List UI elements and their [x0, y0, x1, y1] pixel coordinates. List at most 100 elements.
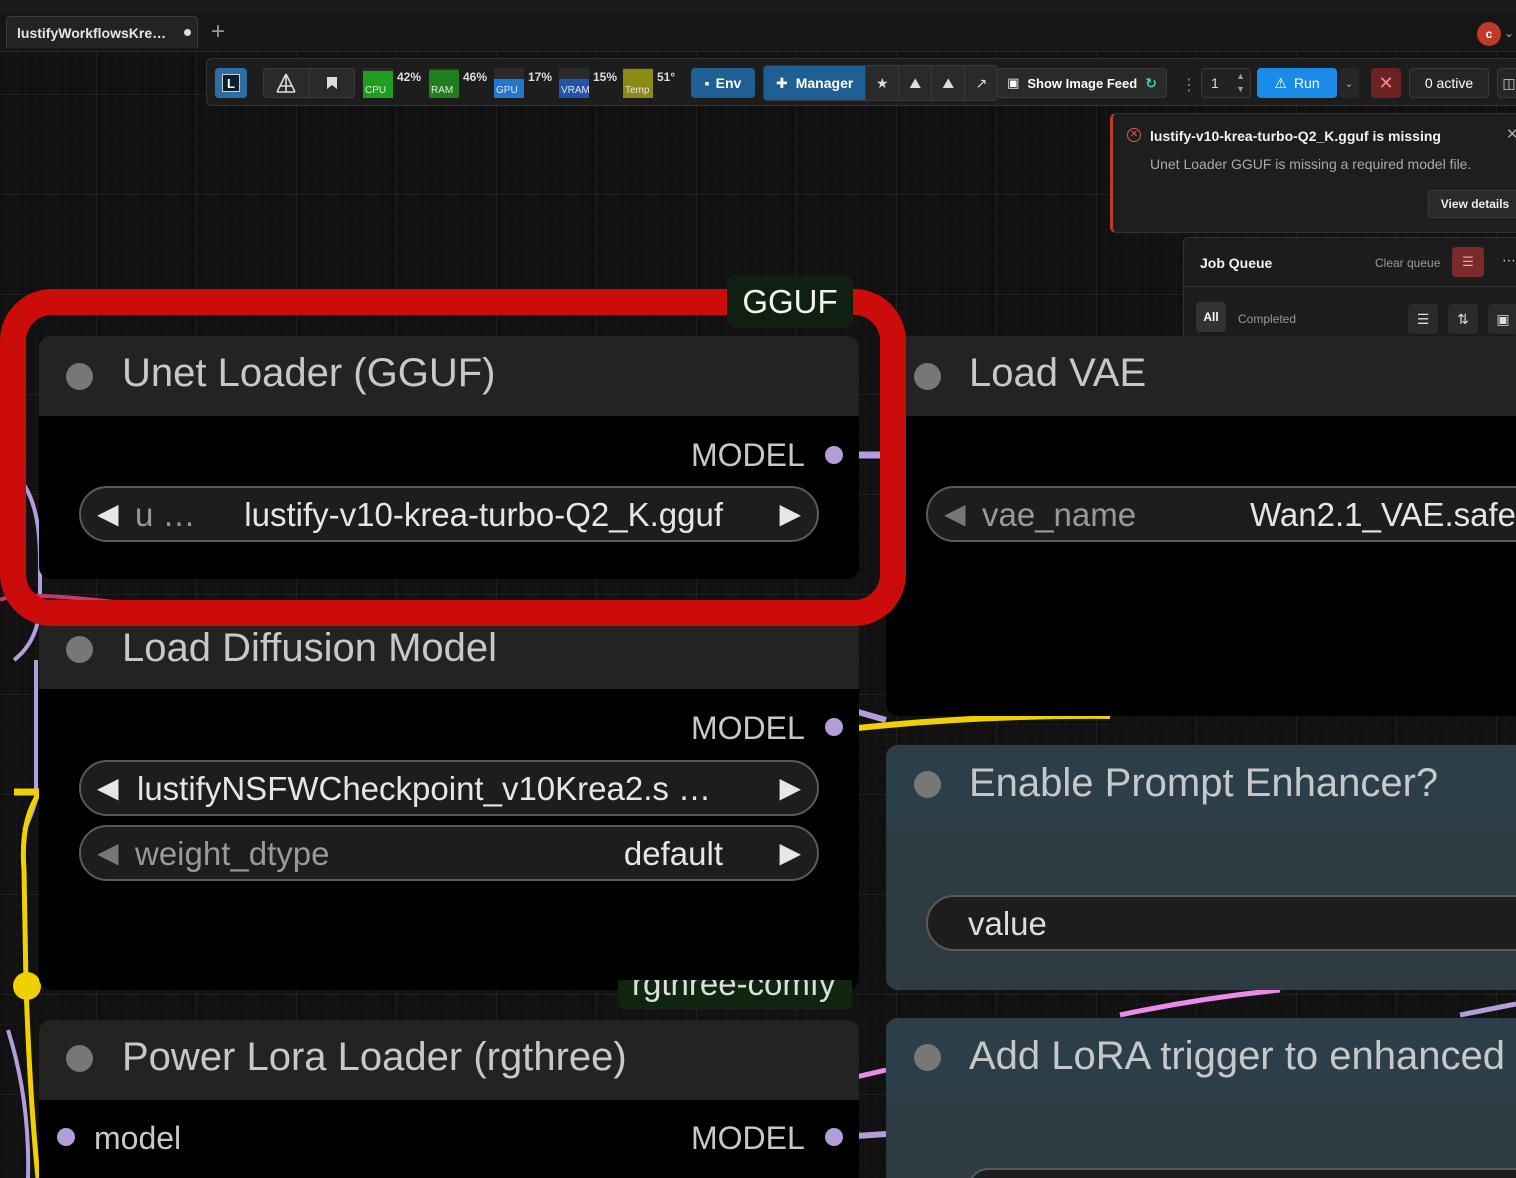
- collapse-dot-icon[interactable]: [66, 636, 93, 663]
- node-header[interactable]: Add LoRA trigger to enhanced: [886, 1018, 1516, 1100]
- clear-queue-label[interactable]: Clear queue: [1375, 256, 1440, 270]
- env-button[interactable]: ▪ Env: [691, 68, 755, 98]
- sort-icon: ⇅: [1457, 311, 1469, 327]
- tab-workflow[interactable]: lustifyWorkflowsKre…: [6, 16, 198, 48]
- clear-queue-button[interactable]: ☰: [1452, 247, 1484, 277]
- clear-list-icon: ☰: [1462, 254, 1474, 269]
- chevron-down-icon[interactable]: ▼: [1236, 84, 1245, 94]
- collapse-dot-icon[interactable]: [66, 363, 93, 390]
- star-icon: ★: [876, 74, 889, 91]
- arrow-left-icon[interactable]: ◀: [97, 497, 119, 530]
- window-top-strip: [0, 0, 1516, 14]
- input-slot-model[interactable]: [57, 1128, 75, 1146]
- hiker-alt-icon: ⛰: [942, 74, 955, 91]
- combo-value: default: [623, 835, 723, 872]
- node-header[interactable]: Load Diffusion Model: [39, 610, 859, 689]
- node-overlap: [618, 962, 859, 980]
- error-icon: ✕: [1127, 128, 1141, 142]
- manager-button[interactable]: ✚ Manager: [764, 66, 866, 100]
- logo-button[interactable]: L: [215, 68, 247, 98]
- gguf-group-tag: GGUF: [727, 276, 853, 328]
- star-button[interactable]: ★: [865, 66, 899, 100]
- model-button-2[interactable]: ⛰: [931, 66, 965, 100]
- bookmark-button[interactable]: [308, 69, 355, 97]
- arrow-left-icon[interactable]: ◀: [97, 771, 119, 804]
- show-image-feed-button[interactable]: ▣ Show Image Feed ↻: [997, 68, 1167, 98]
- toggle-panel-button[interactable]: ◫: [1497, 68, 1516, 98]
- node-header[interactable]: Load VAE: [886, 336, 1516, 416]
- sidebar-panel-icon: ◫: [1502, 74, 1516, 91]
- meter-label: Temp: [625, 85, 650, 96]
- value-toggle[interactable]: value: [926, 895, 1516, 951]
- manager-group: ✚ Manager ★ ⛰ ⛰ ↗: [763, 65, 999, 101]
- meter-vram: VRAM 15%: [559, 68, 623, 98]
- model-button-1[interactable]: ⛰: [898, 66, 932, 100]
- arrow-left-icon[interactable]: ◀: [944, 497, 966, 530]
- node-add-lora-trigger[interactable]: Add LoRA trigger to enhanced: [886, 1018, 1516, 1178]
- combo-key: vae_name: [982, 496, 1137, 533]
- filter-all-tab[interactable]: All: [1196, 302, 1226, 332]
- run-button[interactable]: ⚠ Run: [1257, 68, 1337, 98]
- collapse-dot-icon[interactable]: [914, 771, 941, 798]
- node-unet-loader-gguf[interactable]: Unet Loader (GGUF) MODEL ◀ u … lustify-v…: [39, 336, 859, 579]
- view-details-button[interactable]: View details: [1428, 190, 1516, 218]
- meter-value: 17%: [528, 70, 553, 84]
- arrow-right-icon[interactable]: ▶: [779, 771, 801, 804]
- chevron-down-icon[interactable]: ⌄: [1504, 26, 1514, 40]
- run-options-button[interactable]: ⌄: [1339, 68, 1359, 98]
- chevron-up-icon[interactable]: ▲: [1236, 71, 1245, 81]
- interrupt-button[interactable]: ✕: [1371, 68, 1401, 98]
- output-slot-model[interactable]: [825, 718, 843, 736]
- active-jobs-button[interactable]: 0 active: [1409, 68, 1489, 98]
- output-slot-model[interactable]: [825, 1128, 843, 1146]
- bookmark-icon: [326, 77, 337, 89]
- divider: [1184, 286, 1516, 287]
- unet-name-combo[interactable]: ◀ u … lustify-v10-krea-turbo-Q2_K.gguf ▶: [79, 486, 819, 542]
- filter-button[interactable]: ☰: [1408, 304, 1438, 334]
- node-header[interactable]: Power Lora Loader (rgthree): [39, 1020, 859, 1100]
- output-label-model: MODEL: [691, 437, 805, 473]
- node-header[interactable]: Unet Loader (GGUF): [39, 336, 859, 416]
- arrow-left-icon[interactable]: ◀: [97, 836, 119, 869]
- unsaved-dot-icon: [184, 29, 192, 36]
- collapse-dot-icon[interactable]: [914, 363, 941, 390]
- node-power-lora-loader[interactable]: Power Lora Loader (rgthree) model MODEL: [39, 1020, 859, 1178]
- batch-count-stepper[interactable]: 1 ▲ ▼: [1201, 68, 1251, 98]
- meter-value: 46%: [463, 70, 488, 84]
- meter-track: CPU: [363, 68, 393, 98]
- vae-name-combo[interactable]: ◀ vae_name Wan2.1_VAE.safet: [926, 486, 1516, 542]
- weight-dtype-combo[interactable]: ◀ weight_dtype default ▶: [79, 825, 819, 881]
- toast-close-icon[interactable]: ✕: [1506, 125, 1516, 143]
- manager-label: Manager: [795, 75, 854, 91]
- tree-icon: [276, 73, 296, 93]
- meter-cpu: CPU 42%: [363, 68, 427, 98]
- node-load-diffusion-model[interactable]: Load Diffusion Model MODEL ◀ lustifyNSFW…: [39, 610, 859, 990]
- node-header[interactable]: Enable Prompt Enhancer?: [886, 745, 1516, 827]
- collapse-dot-icon[interactable]: [914, 1044, 941, 1071]
- toast-message: Unet Loader GGUF is missing a required m…: [1150, 156, 1472, 172]
- text-input[interactable]: [968, 1168, 1516, 1178]
- node-load-vae[interactable]: Load VAE ◀ vae_name Wan2.1_VAE.safet: [886, 336, 1516, 716]
- sort-button[interactable]: ⇅: [1448, 304, 1478, 334]
- new-tab-button[interactable]: +: [206, 18, 230, 46]
- hiker-icon: ⛰: [909, 74, 922, 91]
- meter-label: VRAM: [561, 85, 590, 96]
- user-avatar[interactable]: c: [1477, 22, 1501, 46]
- node-title: Load VAE: [969, 351, 1147, 395]
- node-enable-prompt-enhancer[interactable]: Enable Prompt Enhancer? value: [886, 745, 1516, 990]
- arrow-right-icon[interactable]: ▶: [779, 836, 801, 869]
- combo-value: Wan2.1_VAE.safet: [1250, 496, 1516, 533]
- filter-completed-tab[interactable]: Completed: [1238, 312, 1296, 326]
- more-options-icon[interactable]: ⋯: [1502, 252, 1516, 269]
- unet-name-combo[interactable]: ◀ lustifyNSFWCheckpoint_v10Krea2.s … ▶: [79, 760, 819, 816]
- meter-ram: RAM 46%: [429, 68, 493, 98]
- output-label-model: MODEL: [691, 710, 805, 746]
- puzzle-icon: ✚: [776, 74, 788, 91]
- collapse-dot-icon[interactable]: [66, 1045, 93, 1072]
- image-view-button[interactable]: ▣: [1488, 304, 1516, 334]
- share-button[interactable]: ↗: [964, 66, 998, 100]
- arrow-right-icon[interactable]: ▶: [779, 497, 801, 530]
- workflow-tree-button[interactable]: [264, 69, 309, 97]
- output-slot-model[interactable]: [825, 446, 843, 464]
- run-label: Run: [1293, 75, 1320, 91]
